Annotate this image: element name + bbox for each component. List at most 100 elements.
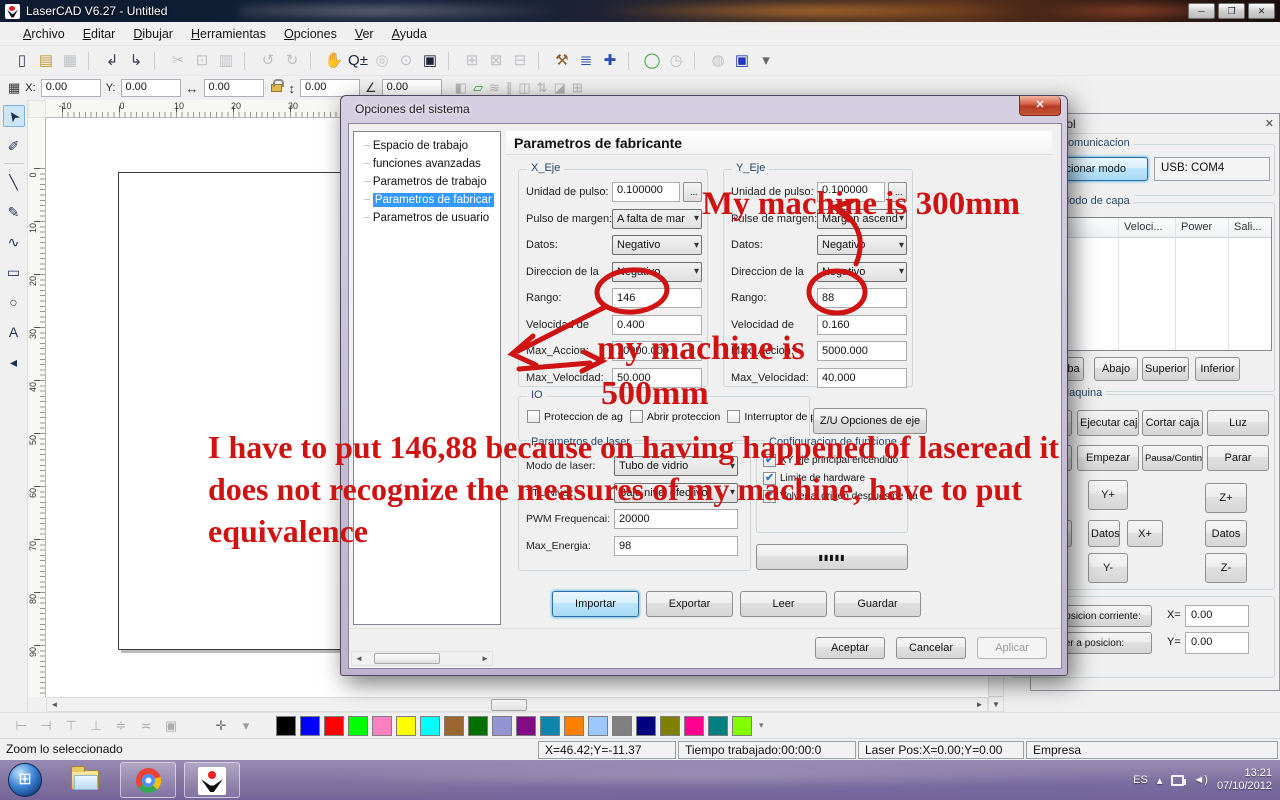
menu-item[interactable]: Ver	[346, 24, 383, 44]
param-combo[interactable]: Negativo▾	[612, 235, 702, 255]
cut-box-button[interactable]: Cortar caja	[1142, 410, 1203, 436]
scroll-right-icon[interactable]: ►	[972, 698, 987, 711]
io-checkbox[interactable]: Interruptor de p	[727, 410, 816, 423]
browse-button[interactable]: ...	[683, 182, 702, 202]
param-input[interactable]: 146	[612, 288, 702, 308]
function-checkbox[interactable]: XY eje principal encendido	[763, 454, 918, 467]
ungroup-icon[interactable]: ⊠	[484, 49, 508, 73]
param-input[interactable]: 0.160	[817, 315, 907, 335]
cancelar-button[interactable]: Cancelar	[896, 637, 966, 659]
param-combo[interactable]: A falta de mar▾	[612, 209, 702, 229]
color-swatch[interactable]	[540, 716, 560, 736]
line-tool[interactable]: ╲	[3, 171, 25, 193]
toolbar-separator[interactable]	[310, 52, 320, 70]
param-combo[interactable]: Bajo nivel efectivo▾	[614, 483, 738, 503]
param-combo[interactable]: Tubo de vidrio▾	[614, 456, 738, 476]
align-more-icon[interactable]: ▾	[235, 718, 257, 734]
x-coord-input[interactable]: 0.00	[41, 79, 101, 97]
layer-top-button[interactable]: Superior	[1142, 357, 1189, 381]
ellipse-tool[interactable]: ○	[3, 291, 25, 313]
palette-more-icon[interactable]: ▾	[759, 720, 764, 731]
param-input[interactable]: 10000.000	[612, 341, 702, 361]
align-bottom-icon[interactable]: ⊥	[85, 718, 107, 734]
datos-xy-button[interactable]: Datos	[1088, 520, 1120, 547]
new-file-icon[interactable]: ▯	[10, 49, 34, 73]
toolbar-separator[interactable]	[628, 52, 638, 70]
jog-z-plus-button[interactable]: Z+	[1205, 483, 1247, 513]
zu-axis-options-button[interactable]: Z/U Opciones de eje	[813, 408, 927, 434]
jog-y-minus-button[interactable]: Y-	[1088, 553, 1128, 583]
hatch-icon[interactable]: ∥	[506, 80, 513, 96]
jog-x-plus-button[interactable]: X+	[1127, 520, 1163, 547]
aceptar-button[interactable]: Aceptar	[815, 637, 885, 659]
start-button[interactable]: ⊞	[8, 763, 42, 797]
text-tool[interactable]: A	[3, 321, 25, 343]
pause-continue-button[interactable]: Pausa/Continu	[1142, 445, 1203, 471]
tray-expand-icon[interactable]: ▴	[1157, 774, 1163, 787]
color-swatch[interactable]	[588, 716, 608, 736]
import-icon[interactable]: ↲	[100, 49, 124, 73]
param-combo[interactable]: Negativo▾	[817, 262, 907, 282]
function-checkbox[interactable]: Limite de hardware	[763, 472, 918, 485]
copy-icon[interactable]: ⊡	[190, 49, 214, 73]
light-button[interactable]: Luz	[1207, 410, 1269, 436]
zoom-out-icon[interactable]: ⊙	[394, 49, 418, 73]
align-icon[interactable]	[185, 718, 207, 734]
wave-icon[interactable]: ≋	[489, 80, 500, 96]
taskbar-clock[interactable]: 13:21 07/10/2012	[1217, 767, 1272, 793]
leer-button[interactable]: Leer	[740, 591, 827, 617]
select-tool[interactable]: ➤	[3, 105, 25, 127]
column-header[interactable]: Sali...	[1228, 218, 1271, 237]
layer-bottom-button[interactable]: Inferior	[1195, 357, 1240, 381]
toolbar-separator[interactable]	[154, 52, 164, 70]
close-button[interactable]: ✕	[1248, 3, 1275, 19]
param-input[interactable]: 40.000	[817, 368, 907, 388]
chrome-taskbar-icon[interactable]	[120, 762, 176, 798]
scroll-left-icon[interactable]: ◄	[47, 698, 62, 711]
toolbar-separator[interactable]	[88, 52, 98, 70]
pick-icon[interactable]: ✚	[598, 49, 622, 73]
export-icon[interactable]: ↳	[124, 49, 148, 73]
menu-item[interactable]: Opciones	[275, 24, 346, 44]
param-list-icon[interactable]: ≣	[574, 49, 598, 73]
simulate-screen-icon[interactable]: ▣	[730, 49, 754, 73]
paste-icon[interactable]: ▥	[214, 49, 238, 73]
menu-item[interactable]: Ayuda	[383, 24, 436, 44]
toolbar-separator[interactable]	[244, 52, 254, 70]
toolbar-more-icon[interactable]: ▾	[754, 49, 778, 73]
array-icon[interactable]: ◫	[518, 80, 530, 96]
color-swatch[interactable]	[732, 716, 752, 736]
column-header[interactable]: Power	[1175, 218, 1228, 237]
special-glyph-button[interactable]: ▮▮▮▮▮	[756, 544, 908, 570]
zoom-icon[interactable]: Q±	[346, 49, 370, 73]
width-input[interactable]: 0.00	[204, 79, 264, 97]
toolbar-separator[interactable]	[448, 52, 458, 70]
exportar-button[interactable]: Exportar	[646, 591, 733, 617]
speaker-icon[interactable]: ◄)	[1193, 774, 1208, 786]
horizontal-scrollbar[interactable]: ◄ ►	[46, 697, 988, 712]
stop-button[interactable]: Parar	[1207, 445, 1269, 471]
align-top-icon[interactable]: ⊤	[60, 718, 82, 734]
param-combo[interactable]: Margen ascend▾	[817, 209, 907, 229]
color-swatch[interactable]	[300, 716, 320, 736]
center-page-icon[interactable]: ▣	[160, 718, 182, 734]
toolbar-separator[interactable]	[538, 52, 548, 70]
center-h-icon[interactable]: ≑	[110, 718, 132, 734]
color-swatch[interactable]	[324, 716, 344, 736]
panel-close-icon[interactable]: ✕	[1265, 117, 1274, 130]
importar-button[interactable]: Importar	[552, 591, 639, 617]
color-swatch[interactable]	[612, 716, 632, 736]
color-swatch[interactable]	[276, 716, 296, 736]
start-button[interactable]: Empezar	[1077, 445, 1139, 471]
node-circle-icon[interactable]: ◯	[640, 49, 664, 73]
guardar-button[interactable]: Guardar	[834, 591, 921, 617]
timer-icon[interactable]: ◷	[664, 49, 688, 73]
param-input[interactable]: 0.400	[612, 315, 702, 335]
anchor-grid-icon[interactable]: ▦	[8, 80, 20, 96]
explorer-taskbar-icon[interactable]	[68, 766, 102, 794]
save-icon[interactable]: ▦	[58, 49, 82, 73]
group-icon[interactable]: ⊞	[460, 49, 484, 73]
param-combo[interactable]: Negativo▾	[817, 235, 907, 255]
color-swatch[interactable]	[468, 716, 488, 736]
color-swatch[interactable]	[444, 716, 464, 736]
